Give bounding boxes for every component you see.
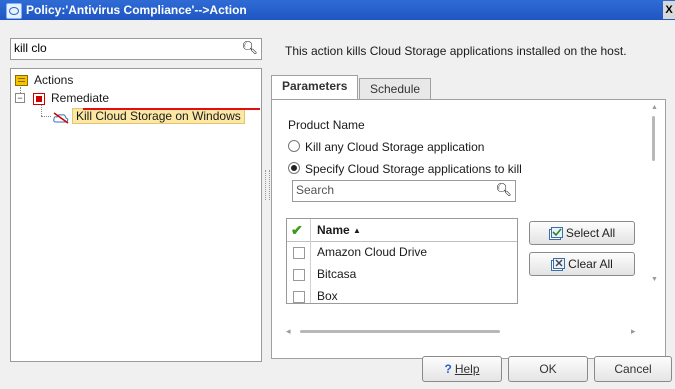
tab-parameters[interactable]: Parameters [271,75,359,101]
scroll-thumb[interactable] [652,116,655,161]
scroll-left-icon[interactable]: ◂ [286,326,291,337]
column-header-name[interactable]: Name ▲ [317,223,361,237]
radio-kill-any[interactable]: Kill any Cloud Storage application [288,140,484,154]
window-title: Policy:'Antivirus Compliance'-->Action [26,3,247,17]
scroll-right-icon[interactable]: ▸ [631,326,636,337]
table-header: ✔ Name ▲ [287,219,517,303]
search-icon[interactable]: 🔍︎ [495,182,512,198]
tree-connector [41,105,42,116]
tree-search-box: 🔍︎ [10,38,262,60]
radio-label: Specify Cloud Storage applications to ki… [305,162,522,176]
scroll-up-icon[interactable]: ▲ [651,104,658,111]
dialog-client-area: 🔍︎ Actions − Remediate Kill Cloud Storag… [0,20,675,389]
table-row[interactable]: Box [287,286,517,303]
button-label: Help [454,362,480,376]
search-icon[interactable]: 🔍︎ [241,40,258,56]
table-row[interactable]: Bitcasa [287,264,517,284]
app-search-input[interactable] [296,183,486,197]
scroll-down-icon[interactable]: ▼ [651,276,658,283]
policy-app-icon [6,3,22,19]
row-name: Bitcasa [317,267,357,281]
highlight-underline [83,108,260,110]
action-description: This action kills Cloud Storage applicat… [285,44,627,58]
select-all-button[interactable]: Select All [529,221,635,245]
vertical-scrollbar[interactable]: ▲ ▼ [651,104,659,288]
window-titlebar: Policy:'Antivirus Compliance'-->Action X [0,0,675,20]
collapse-icon[interactable]: − [15,93,25,103]
tree-search-input[interactable] [14,41,234,55]
applications-table: ✔ Name ▲ Amazon Cloud Drive Bitcasa Box [286,218,518,304]
button-label: Select All [565,226,616,240]
product-name-label: Product Name [288,118,365,132]
radio-label: Kill any Cloud Storage application [305,140,485,154]
app-search-box: 🔍︎ [292,180,516,202]
help-button[interactable]: ? Help [422,356,502,382]
sort-ascending-icon: ▲ [353,226,361,235]
no-cloud-icon [53,111,69,124]
ok-button[interactable]: OK [508,356,588,382]
clear-all-button[interactable]: Clear All [529,252,635,276]
horizontal-scrollbar[interactable]: ◂ ▸ [286,326,641,337]
right-panel: Parameters Schedule Product Name Kill an… [271,74,666,360]
tree-item-label: Kill Cloud Storage on Windows [72,108,245,124]
tree-connector [41,116,51,117]
tree-item-actions[interactable]: Actions [15,71,73,89]
clear-all-icon [551,256,566,271]
list-icon [15,75,28,87]
left-panel: 🔍︎ Actions − Remediate Kill Cloud Storag… [10,38,262,362]
tree-item-label: Actions [34,73,74,87]
scroll-thumb[interactable] [300,330,500,333]
help-icon: ? [444,362,452,376]
row-checkbox[interactable] [293,269,305,281]
row-name: Amazon Cloud Drive [317,245,428,259]
select-all-icon [548,225,563,240]
panel-splitter[interactable] [265,170,270,200]
row-name: Box [317,289,338,303]
radio-specify[interactable]: Specify Cloud Storage applications to ki… [288,162,522,176]
row-checkbox[interactable] [293,291,305,303]
table-row[interactable]: Amazon Cloud Drive [287,242,517,262]
cancel-button[interactable]: Cancel [594,356,672,382]
remediate-icon [33,92,45,105]
button-label: Clear All [568,257,613,271]
row-checkbox[interactable] [293,247,305,259]
check-all-icon[interactable]: ✔ [291,222,303,239]
tree-item-label: Remediate [51,91,110,105]
tab-schedule[interactable]: Schedule [359,78,432,99]
radio-button-icon[interactable] [288,140,300,152]
parameters-tab-body: Product Name Kill any Cloud Storage appl… [271,99,666,359]
close-icon[interactable]: X [663,1,675,19]
radio-button-selected-icon[interactable] [288,162,300,174]
action-tree: Actions − Remediate Kill Cloud Storage o… [10,68,262,362]
